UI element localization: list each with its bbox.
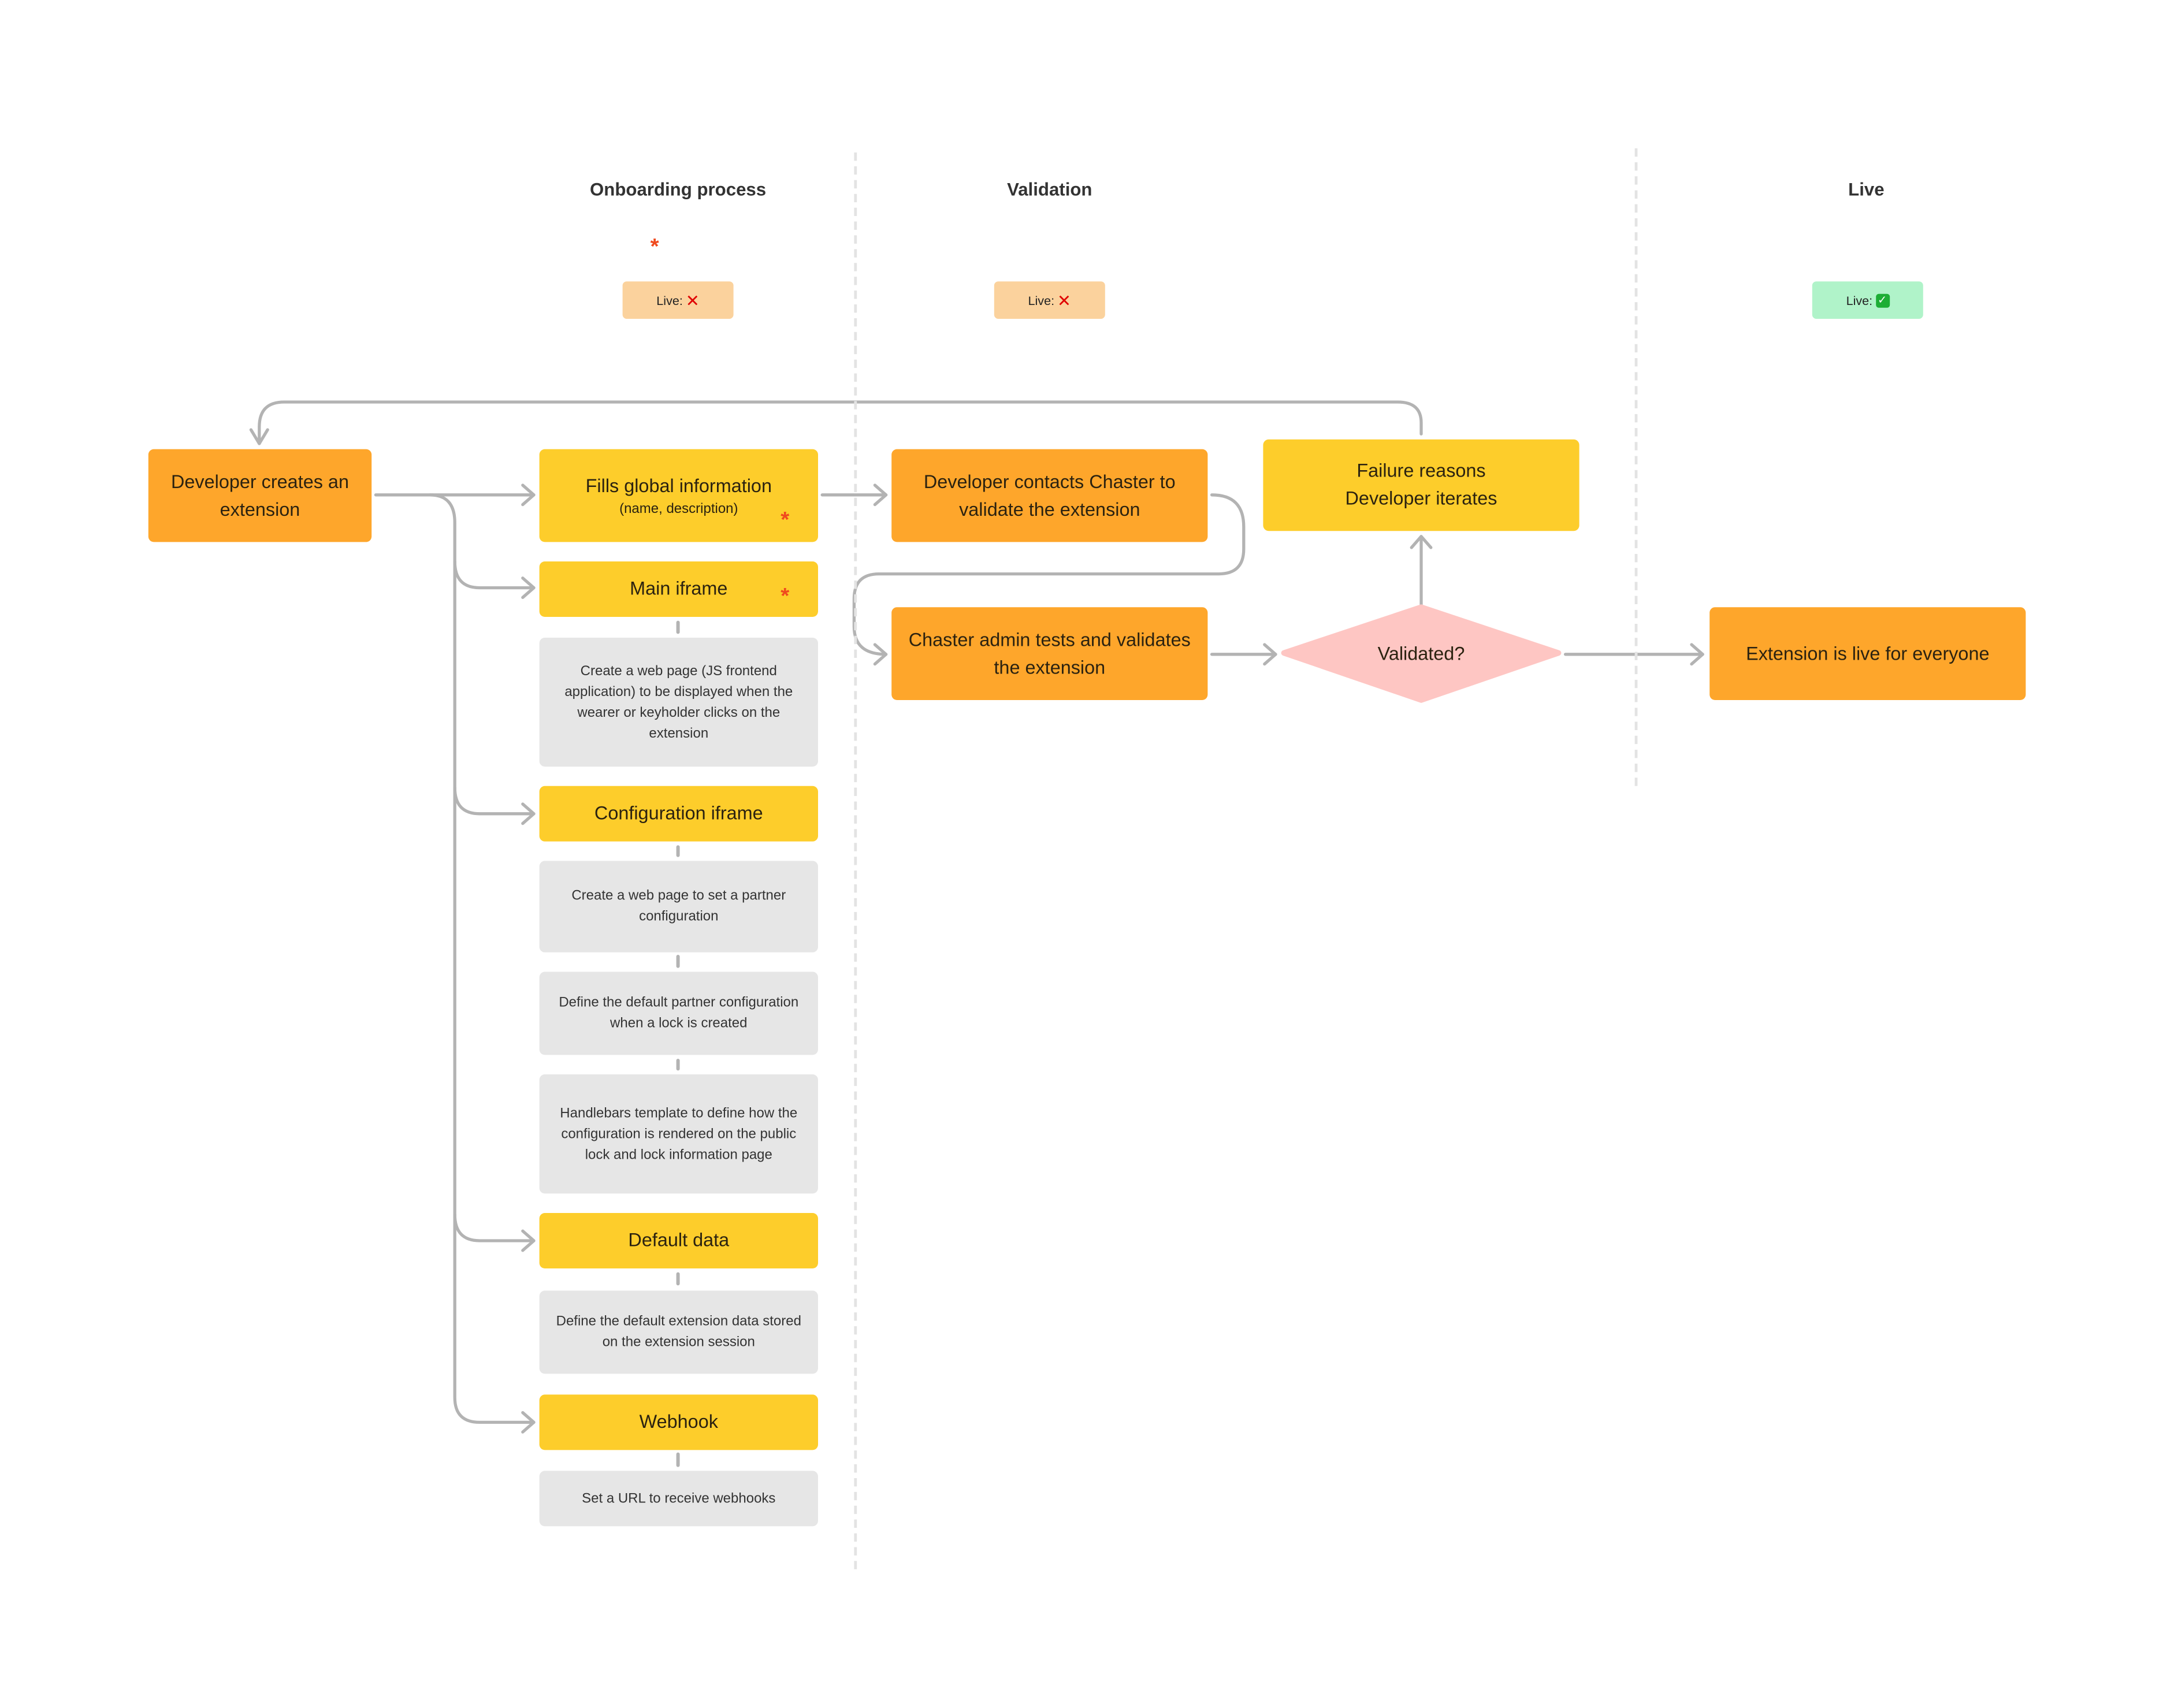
decision-label: Validated? [1377,643,1465,664]
decision-layer [1281,604,1562,703]
node-label: Extension is live for everyone [1746,642,1990,664]
node-extension-live[interactable]: Extension is live for everyone [1709,607,2026,700]
flowchart-canvas: Onboarding process Validation Live * Liv… [0,0,2163,1708]
decision-validated[interactable]: Validated? [1324,639,1518,669]
